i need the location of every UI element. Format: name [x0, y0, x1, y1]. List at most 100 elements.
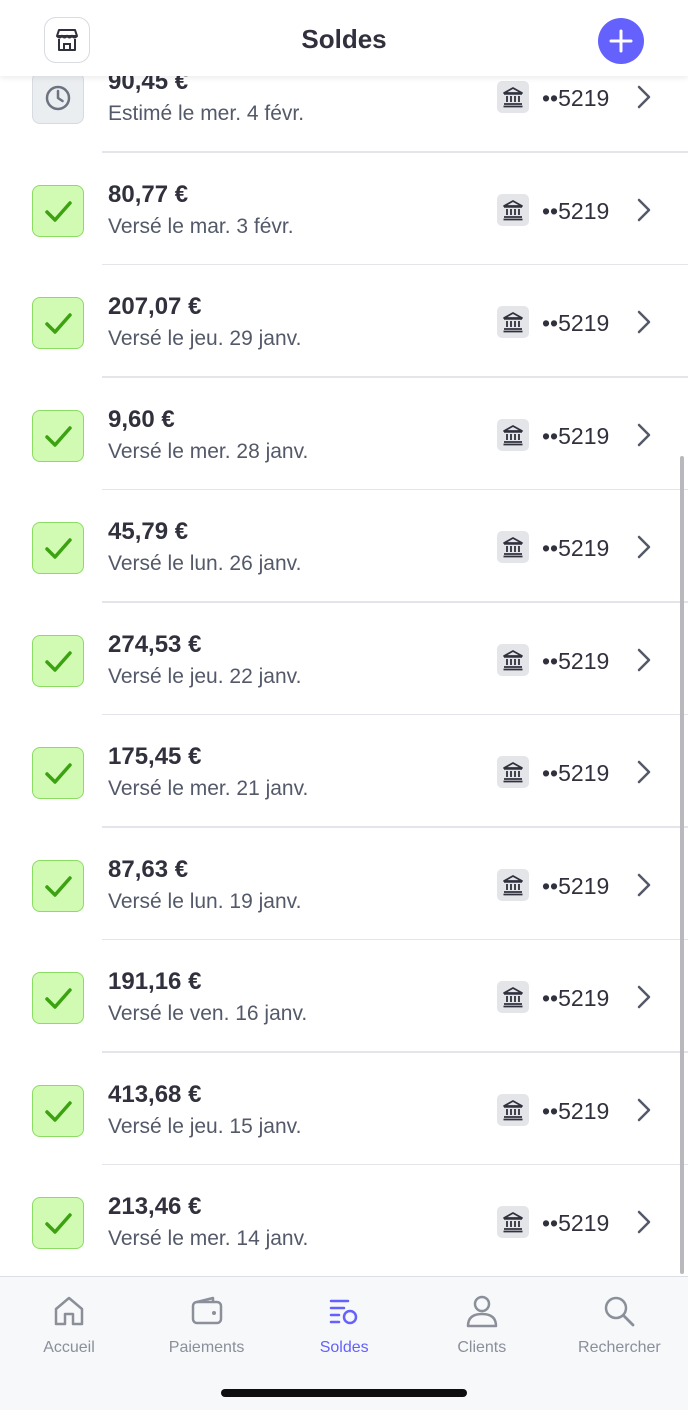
tab-icon-wrap: [275, 1291, 413, 1331]
check-icon: [45, 425, 72, 447]
payout-row[interactable]: 191,16 € Versé le ven. 16 janv. ••5219: [0, 940, 688, 1053]
check-icon: [45, 1100, 72, 1122]
bank-badge: [497, 81, 529, 113]
tab-label: Rechercher: [578, 1339, 661, 1356]
payout-row[interactable]: 9,60 € Versé le mer. 28 janv. ••5219: [0, 378, 688, 490]
bank-icon: [503, 199, 523, 220]
bank-icon: [503, 649, 523, 670]
plus-icon: [609, 29, 633, 53]
tab-soldes[interactable]: Soldes: [275, 1291, 413, 1357]
check-icon: [45, 200, 72, 222]
row-chevron: [634, 422, 654, 448]
bank-account-last4: ••5219: [542, 1097, 610, 1124]
paid-status-badge: [32, 1197, 84, 1249]
home-indicator: [221, 1389, 467, 1397]
check-icon: [45, 875, 72, 897]
payout-date: Versé le jeu. 29 janv.: [108, 327, 302, 350]
bank-badge: [497, 756, 529, 788]
chevron-right-icon: [637, 760, 651, 784]
payout-date: Versé le jeu. 22 janv.: [108, 664, 302, 688]
bank-badge: [497, 868, 529, 901]
bank-account-last4: ••5219: [542, 1210, 610, 1236]
chevron-right-icon: [637, 873, 651, 896]
payout-date: Versé le mer. 28 janv.: [108, 439, 309, 463]
payout-amount: 80,77 €: [108, 180, 189, 208]
bank-badge: [497, 531, 529, 563]
paid-status-badge: [32, 1084, 84, 1137]
payout-date: Versé le mer. 21 janv.: [108, 777, 309, 800]
paid-status-badge: [32, 634, 84, 687]
chevron-right-icon: [637, 648, 651, 671]
balances-icon: [329, 1299, 358, 1325]
payout-amount: 191,16 €: [108, 968, 202, 995]
payout-row[interactable]: 175,45 € Versé le mer. 21 janv. ••5219: [0, 715, 688, 828]
page-title: Soldes: [301, 24, 387, 54]
bank-account-last4: ••5219: [542, 760, 610, 786]
chevron-right-icon: [637, 1210, 651, 1234]
payout-amount: 413,68 €: [108, 1080, 202, 1108]
check-icon: [45, 763, 72, 784]
pending-status-badge: [32, 72, 84, 124]
payout-date: Versé le lun. 26 janv.: [108, 552, 302, 575]
row-chevron: [634, 84, 654, 110]
tab-icon-wrap: [413, 1291, 551, 1331]
check-icon: [45, 538, 72, 559]
payout-row[interactable]: 207,07 € Versé le jeu. 29 janv. ••5219: [0, 265, 688, 378]
payout-amount: 274,53 €: [108, 630, 202, 658]
payout-amount: 45,79 €: [108, 518, 189, 545]
paid-status-badge: [32, 297, 84, 349]
row-chevron: [634, 647, 654, 673]
row-chevron: [634, 309, 654, 335]
row-chevron: [634, 1097, 654, 1123]
search-icon: [605, 1296, 635, 1327]
add-button[interactable]: [598, 18, 644, 64]
bank-icon: [503, 1212, 523, 1233]
tab-accueil[interactable]: Accueil: [0, 1291, 138, 1357]
bank-badge: [497, 418, 529, 451]
payout-amount: 9,60 €: [108, 405, 175, 433]
row-chevron: [634, 1209, 654, 1235]
payout-date: Versé le mar. 3 févr.: [108, 214, 294, 238]
bank-icon: [503, 537, 523, 558]
payout-row[interactable]: 413,68 € Versé le jeu. 15 janv. ••5219: [0, 1053, 688, 1165]
bank-icon: [503, 1099, 523, 1120]
home-icon: [54, 1296, 84, 1326]
payout-row[interactable]: 45,79 € Versé le lun. 26 janv. ••5219: [0, 490, 688, 603]
row-chevron: [634, 197, 654, 223]
chevron-right-icon: [637, 198, 651, 221]
bank-icon: [503, 987, 523, 1008]
payout-row[interactable]: 274,53 € Versé le jeu. 22 janv. ••5219: [0, 603, 688, 715]
chevron-right-icon: [637, 85, 651, 109]
bank-badge: [497, 306, 529, 338]
bank-icon: [503, 874, 523, 895]
bank-icon: [503, 312, 523, 333]
wallet-icon: [191, 1296, 222, 1325]
payout-row[interactable]: 80,77 € Versé le mar. 3 févr. ••5219: [0, 153, 688, 265]
top-bar: Soldes: [0, 0, 688, 76]
bank-account-last4: ••5219: [542, 310, 610, 336]
payout-amount: 213,46 €: [108, 1193, 202, 1220]
payout-row[interactable]: 87,63 € Versé le lun. 19 janv. ••5219: [0, 828, 688, 940]
payout-amount: 207,07 €: [108, 293, 202, 320]
tab-rechercher[interactable]: Rechercher: [550, 1291, 688, 1357]
bank-account-last4: ••5219: [542, 872, 610, 899]
chevron-right-icon: [637, 535, 651, 559]
tab-paiements[interactable]: Paiements: [138, 1291, 276, 1357]
check-icon: [45, 650, 72, 672]
scrollbar[interactable]: [680, 456, 684, 1274]
bank-account-last4: ••5219: [542, 197, 610, 224]
payout-row[interactable]: 213,46 € Versé le mer. 14 janv. ••5219: [0, 1165, 688, 1278]
bank-account-last4: ••5219: [542, 85, 610, 111]
chevron-right-icon: [637, 423, 651, 446]
bank-account-last4: ••5219: [542, 535, 610, 561]
bank-icon: [503, 424, 523, 445]
payout-date: Versé le ven. 16 janv.: [108, 1002, 308, 1025]
tab-label: Soldes: [319, 1339, 369, 1356]
payout-date: Versé le lun. 19 janv.: [108, 889, 302, 913]
paid-status-badge: [32, 522, 84, 574]
tab-icon-wrap: [0, 1291, 138, 1331]
bank-badge: [497, 1093, 529, 1126]
tab-clients[interactable]: Clients: [413, 1291, 551, 1357]
tab-icon-wrap: [138, 1291, 276, 1331]
bank-account-last4: ••5219: [542, 422, 610, 449]
